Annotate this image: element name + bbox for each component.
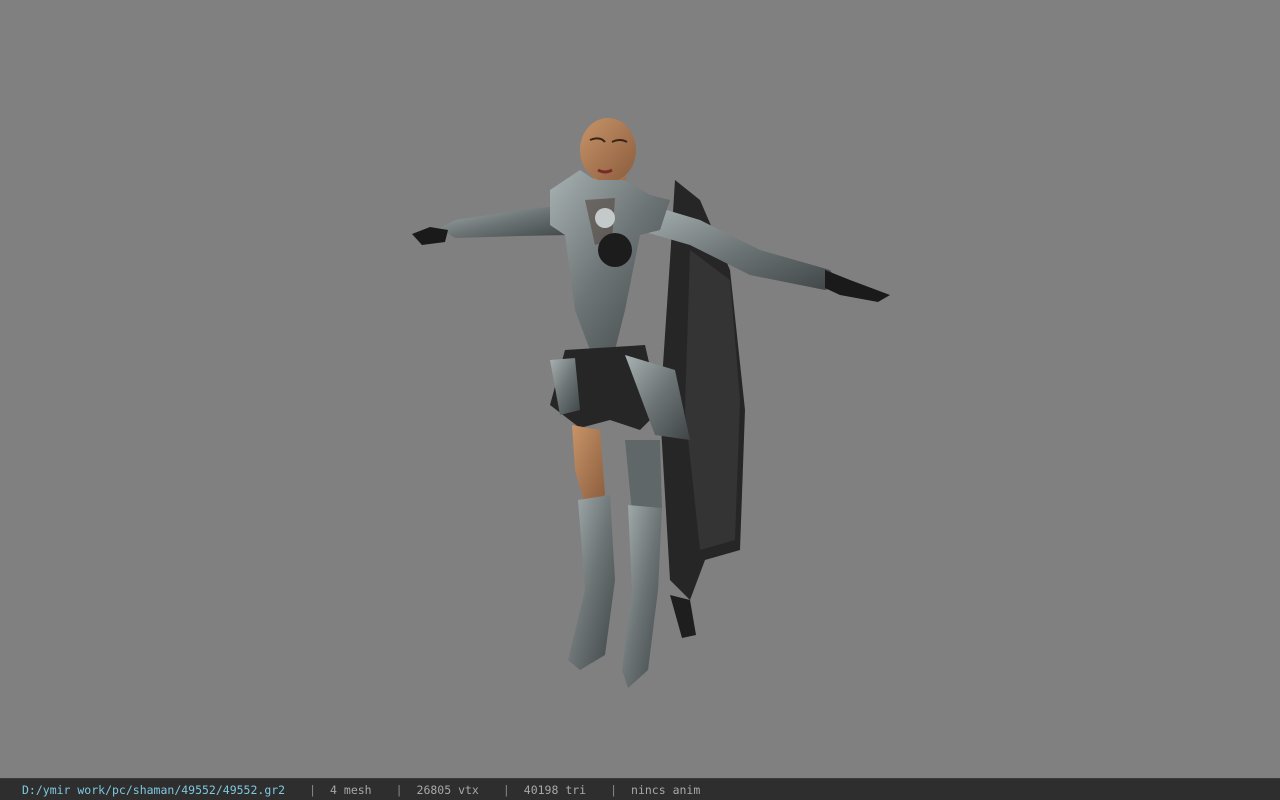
triangle-count: 40198 tri xyxy=(523,782,587,797)
status-bar: D:/ymir work/pc/shaman/49552/49552.gr2 |… xyxy=(0,778,1280,800)
separator: | xyxy=(309,782,317,797)
separator: | xyxy=(395,782,403,797)
file-path: D:/ymir work/pc/shaman/49552/49552.gr2 xyxy=(22,782,286,797)
3d-viewport[interactable] xyxy=(0,0,1280,778)
animation-status: nincs anim xyxy=(631,782,701,797)
separator: | xyxy=(610,782,618,797)
separator: | xyxy=(502,782,510,797)
vertex-count: 26805 vtx xyxy=(416,782,479,797)
character-model xyxy=(412,118,890,688)
mesh-count: 4 mesh xyxy=(330,782,372,797)
